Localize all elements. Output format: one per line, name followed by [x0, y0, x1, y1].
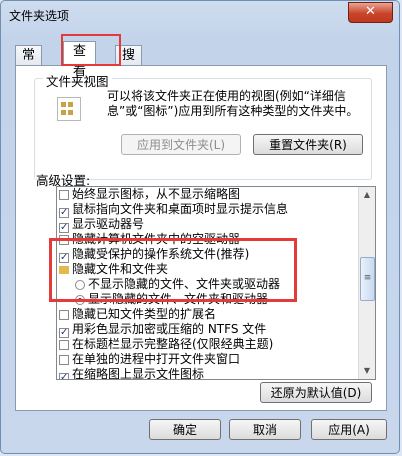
tab-general[interactable]: 常规	[15, 45, 43, 83]
checkbox[interactable]	[59, 340, 69, 350]
scroll-up-icon[interactable]: ▲	[359, 187, 375, 203]
cancel-button[interactable]: 取消	[229, 419, 301, 440]
restore-defaults-button[interactable]: 还原为默认值(D)	[260, 382, 372, 403]
list-item-label: 用彩色显示加密或压缩的 NTFS 文件	[72, 322, 267, 336]
vertical-scrollbar[interactable]: ▲ ≡ ▼	[358, 187, 375, 379]
close-button[interactable]: ✕	[348, 2, 393, 23]
close-icon: ✕	[365, 4, 376, 19]
ok-button[interactable]: 确定	[149, 419, 221, 440]
list-item-label: 在标题栏显示完整路径(仅限经典主题)	[72, 337, 274, 351]
list-item[interactable]: ✓ 显示驱动器号	[59, 217, 145, 233]
list-item[interactable]: ✓ 在缩略图上显示文件图标	[59, 367, 205, 380]
list-item-label: 显示驱动器号	[72, 217, 145, 231]
list-item[interactable]: ✓ 鼠标指向文件夹和桌面项时显示提示信息	[59, 202, 289, 218]
list-item[interactable]: 隐藏已知文件类型的扩展名	[59, 307, 216, 321]
apply-button[interactable]: 应用(A)	[311, 419, 387, 440]
tab-view-highlight	[61, 34, 121, 66]
scroll-down-icon[interactable]: ▼	[359, 363, 375, 379]
apply-to-folders-button[interactable]: 应用到文件夹(L)	[121, 134, 241, 155]
list-item-label: 隐藏已知文件类型的扩展名	[72, 307, 217, 321]
list-item-label: 始终显示图标，从不显示缩略图	[72, 187, 241, 201]
list-item[interactable]: 始终显示图标，从不显示缩略图	[59, 187, 240, 201]
list-item[interactable]: ✓ 用彩色显示加密或压缩的 NTFS 文件	[59, 322, 267, 338]
checkbox[interactable]	[59, 310, 69, 320]
list-item-label: 在缩略图上显示文件图标	[72, 367, 205, 380]
folder-view-description: 可以将该文件夹正在使用的视图(例如“详细信息”或“图标”)应用到所有这种类型的文…	[107, 89, 359, 118]
list-item[interactable]: 在标题栏显示完整路径(仅限经典主题)	[59, 337, 273, 351]
scroll-thumb[interactable]: ≡	[360, 257, 375, 301]
list-item-label: 鼠标指向文件夹和桌面项时显示提示信息	[72, 202, 289, 216]
checkbox[interactable]	[59, 355, 69, 365]
folder-view-group: 文件夹视图 可以将该文件夹正在使用的视图(例如“详细信息”或“图标”)应用到所有…	[34, 71, 372, 180]
folder-options-dialog: 文件夹选项 ✕ 常规 查看 搜索 文件夹视图 可以将该文件夹正在使用的视图(例如…	[0, 0, 400, 454]
list-item-label: 在单独的进程中打开文件夹窗口	[72, 352, 241, 366]
checkbox[interactable]	[59, 190, 69, 200]
title-bar: 文件夹选项 ✕	[1, 1, 399, 31]
reset-folders-button[interactable]: 重置文件夹(R)	[253, 134, 363, 155]
folder-view-icon	[57, 97, 81, 121]
list-item[interactable]: 在单独的进程中打开文件夹窗口	[59, 352, 240, 366]
window-title: 文件夹选项	[9, 9, 70, 23]
checkbox[interactable]: ✓	[59, 373, 69, 379]
hidden-files-highlight	[49, 238, 297, 302]
